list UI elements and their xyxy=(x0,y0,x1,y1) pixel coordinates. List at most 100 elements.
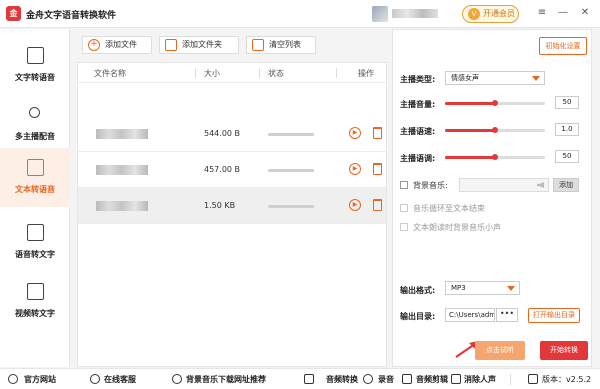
table-row[interactable]: 1.50 KB ▶ xyxy=(78,188,386,224)
bg-music-input[interactable] xyxy=(459,178,549,192)
plus-circle-icon: + xyxy=(88,39,100,51)
status-progress xyxy=(268,205,314,208)
vocal-remove-link[interactable]: 消除人声 xyxy=(464,374,496,385)
vocal-remove-icon xyxy=(451,374,461,384)
sidebar-item-text-to-speech[interactable]: 文字转语音 xyxy=(0,36,70,95)
slider-knob[interactable] xyxy=(492,154,498,160)
slider-fill xyxy=(445,102,495,105)
pitch-label: 主播语调: xyxy=(400,154,436,163)
audio-cut-link[interactable]: 音频剪辑 xyxy=(416,374,448,385)
loop-music-checkbox[interactable] xyxy=(400,204,408,212)
play-icon[interactable]: ▶ xyxy=(349,127,361,139)
sidebar-item-document-to-speech[interactable]: 文本转语音 xyxy=(0,148,70,207)
bg-music-download-link[interactable]: 背景音乐下载网址推荐 xyxy=(186,374,266,385)
col-action: 操作 xyxy=(358,69,374,78)
online-service-link[interactable]: 在线客服 xyxy=(104,374,136,385)
volume-input[interactable]: 50 xyxy=(555,96,579,109)
volume-slider[interactable] xyxy=(445,100,545,106)
loop-music-label: 音乐循环至文本结束 xyxy=(413,204,485,213)
col-size: 大小 xyxy=(204,69,220,78)
sidebar-item-label: 语音转文字 xyxy=(15,250,55,259)
add-file-label: 添加文件 xyxy=(105,40,137,49)
vip-button[interactable]: V 开通会员 xyxy=(462,5,519,23)
table-row[interactable]: 457.00 B ▶ xyxy=(78,152,386,188)
official-website-link[interactable]: 官方网站 xyxy=(24,374,56,385)
settings-panel: 初始化设置 主播类型: 情感女声 主播音量: 50 主播语速: 1.0 主播语调… xyxy=(392,29,592,367)
file-size: 1.50 KB xyxy=(204,201,236,210)
start-convert-button[interactable]: 开始转换 xyxy=(540,341,588,360)
pitch-slider[interactable] xyxy=(445,154,545,160)
file-name-blurred xyxy=(96,129,148,139)
play-icon[interactable]: ▶ xyxy=(349,163,361,175)
status-progress xyxy=(268,133,314,136)
clear-list-label: 清空列表 xyxy=(269,40,301,49)
output-format-label: 输出格式: xyxy=(400,286,436,295)
clear-list-button[interactable]: 清空列表 xyxy=(246,36,316,54)
output-dir-input[interactable]: C:\Users\admir xyxy=(445,308,495,322)
slider-knob[interactable] xyxy=(492,100,498,106)
anchor-type-select[interactable]: 情感女声 xyxy=(445,71,545,85)
file-area: + 添加文件 添加文件夹 清空列表 文件名称 大小 状态 操作 544.00 B… xyxy=(77,29,387,367)
avatar[interactable] xyxy=(372,6,388,22)
col-separator xyxy=(336,68,337,78)
sidebar-item-label: 文字转语音 xyxy=(15,73,55,82)
preview-button[interactable]: 点击试听 xyxy=(475,341,525,360)
pitch-input[interactable]: 50 xyxy=(555,150,579,163)
browse-button[interactable]: ••• xyxy=(496,308,518,322)
file-name-blurred xyxy=(96,201,148,211)
sidebar-item-speech-to-text[interactable]: 语音转文字 xyxy=(0,213,70,272)
vip-icon: V xyxy=(468,8,480,20)
lower-bg-checkbox[interactable] xyxy=(400,223,408,231)
minimize-icon[interactable]: — xyxy=(556,6,570,20)
col-name: 文件名称 xyxy=(94,69,126,78)
trash-icon[interactable] xyxy=(373,127,382,139)
slider-knob[interactable] xyxy=(492,127,498,133)
document-text-icon xyxy=(27,159,44,176)
video-to-text-icon xyxy=(27,283,44,300)
music-icon xyxy=(172,374,182,384)
clear-icon xyxy=(252,39,264,51)
vip-label: 开通会员 xyxy=(483,9,515,18)
audio-convert-icon xyxy=(304,374,314,384)
speed-input[interactable]: 1.0 xyxy=(555,123,579,136)
speed-slider[interactable] xyxy=(445,127,545,133)
add-file-button[interactable]: + 添加文件 xyxy=(82,36,152,54)
trash-icon[interactable] xyxy=(373,163,382,175)
app-title: 金舟文字语音转换软件 xyxy=(26,11,117,21)
sidebar-item-label: 视频转文字 xyxy=(15,309,55,318)
chevron-down-icon xyxy=(507,286,515,291)
bg-music-label: 背景音乐: xyxy=(413,181,448,190)
slider-fill xyxy=(445,156,495,159)
menu-icon[interactable]: ≡ xyxy=(535,6,549,20)
close-icon[interactable]: ✕ xyxy=(578,6,592,20)
anchor-type-label: 主播类型: xyxy=(400,75,436,84)
file-table: 文件名称 大小 状态 操作 544.00 B ▶ 457.00 B ▶ 1.50… xyxy=(77,62,387,367)
sidebar-item-video-to-text[interactable]: 视频转文字 xyxy=(0,272,70,331)
add-folder-button[interactable]: 添加文件夹 xyxy=(159,36,239,54)
chevron-down-icon xyxy=(532,76,540,81)
file-size: 544.00 B xyxy=(204,129,241,138)
footer: 官方网站 在线客服 背景音乐下载网址推荐 音频转换 录音 音频剪辑 消除人声 版… xyxy=(0,368,600,389)
sidebar-item-label: 多主播配音 xyxy=(15,132,55,141)
col-separator xyxy=(259,68,260,78)
open-output-dir-button[interactable]: 打开输出目录 xyxy=(528,308,580,323)
home-icon xyxy=(8,374,18,384)
output-format-value: MP3 xyxy=(451,284,466,292)
app-logo: 金 xyxy=(6,6,21,21)
play-icon[interactable]: ▶ xyxy=(349,199,361,211)
reset-settings-button[interactable]: 初始化设置 xyxy=(539,37,587,55)
sidebar-item-multi-anchor[interactable]: 多主播配音 xyxy=(0,95,70,154)
table-row[interactable]: 544.00 B ▶ xyxy=(78,116,386,152)
record-link[interactable]: 录音 xyxy=(378,374,394,385)
audio-cut-icon xyxy=(402,374,412,384)
title-bar: 金 金舟文字语音转换软件 V 开通会员 ≡ — ✕ xyxy=(0,0,600,28)
audio-convert-link[interactable]: 音频转换 xyxy=(326,374,358,385)
person-plus-icon xyxy=(29,107,40,118)
bg-music-checkbox[interactable] xyxy=(400,181,408,189)
file-size: 457.00 B xyxy=(204,165,241,174)
add-bg-music-button[interactable]: 添加 xyxy=(553,178,579,192)
speed-label: 主播语速: xyxy=(400,127,436,136)
output-format-select[interactable]: MP3 xyxy=(445,281,520,295)
trash-icon[interactable] xyxy=(373,199,382,211)
volume-icon[interactable] xyxy=(537,182,544,188)
